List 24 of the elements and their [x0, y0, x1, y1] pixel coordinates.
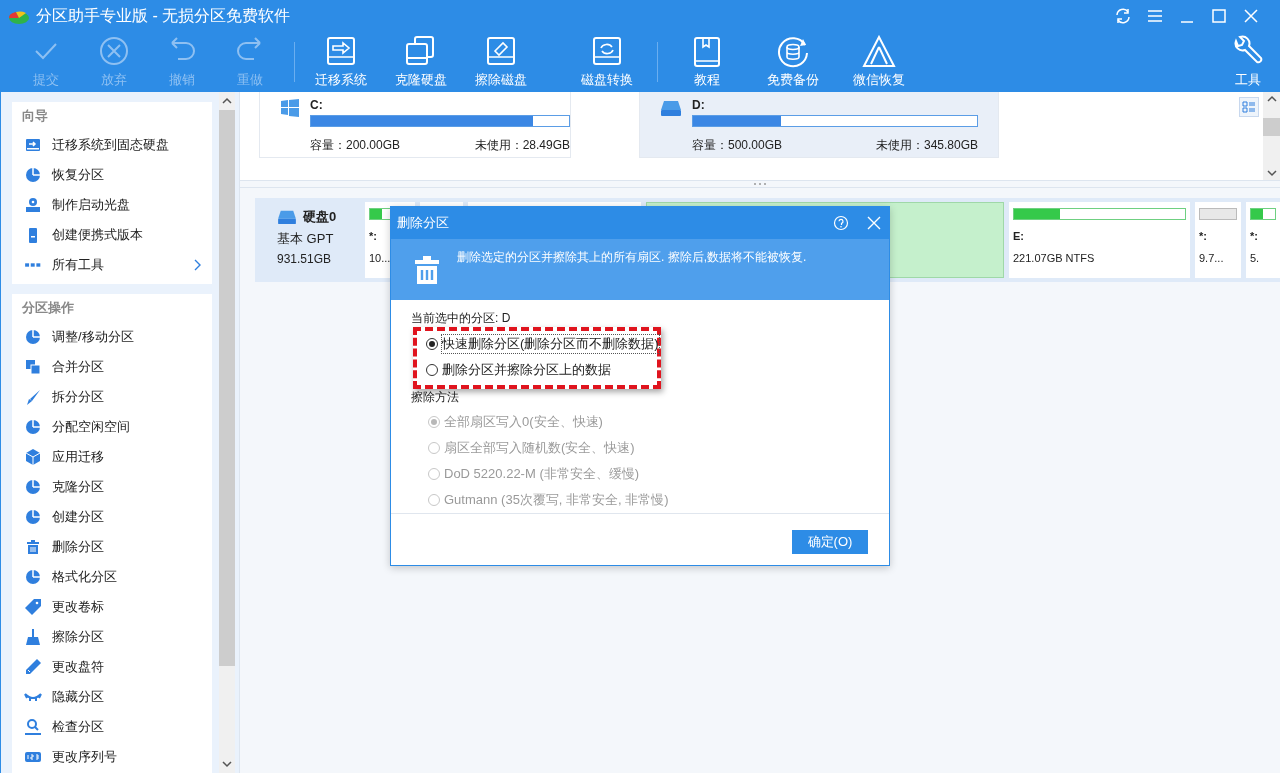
partition-size: 9.7... — [1199, 252, 1225, 264]
partition-label: *: — [1199, 230, 1208, 242]
partition-label: *: — [1250, 230, 1259, 242]
partition-size: 10... — [369, 252, 392, 264]
warning-message: 删除选定的分区并擦除其上的所有扇区. 擦除后,数据将不能被恢复. — [457, 249, 807, 266]
window-title: 分区助手专业版 - 无损分区免费软件 — [36, 5, 291, 26]
free-space-text: 未使用：345.80GB — [875, 137, 978, 154]
partition-size: 221.07GB NTFS — [1013, 252, 1096, 264]
partition-label: E: — [1013, 230, 1025, 242]
partition-label: *: — [369, 230, 378, 242]
capacity-text: 容量：200.00GB — [310, 137, 401, 154]
section-header: 向导 — [21, 107, 49, 125]
disk-size: 931.51GB — [277, 252, 333, 266]
selected-partition-label: 当前选中的分区: D — [411, 310, 511, 327]
partition-size: 5. — [1250, 252, 1261, 264]
volume-name: C: — [310, 98, 324, 112]
disk-type: 基本 GPT — [277, 230, 335, 248]
capacity-text: 容量：500.00GB — [692, 137, 783, 154]
dialog-title: 删除分区 — [397, 214, 449, 232]
disk-name: 硬盘0 — [303, 208, 337, 226]
free-space-text: 未使用：28.49GB — [474, 137, 570, 154]
volume-name: D: — [692, 98, 706, 112]
section-header: 分区操作 — [21, 299, 75, 317]
section-label: 擦除方法 — [411, 389, 459, 406]
